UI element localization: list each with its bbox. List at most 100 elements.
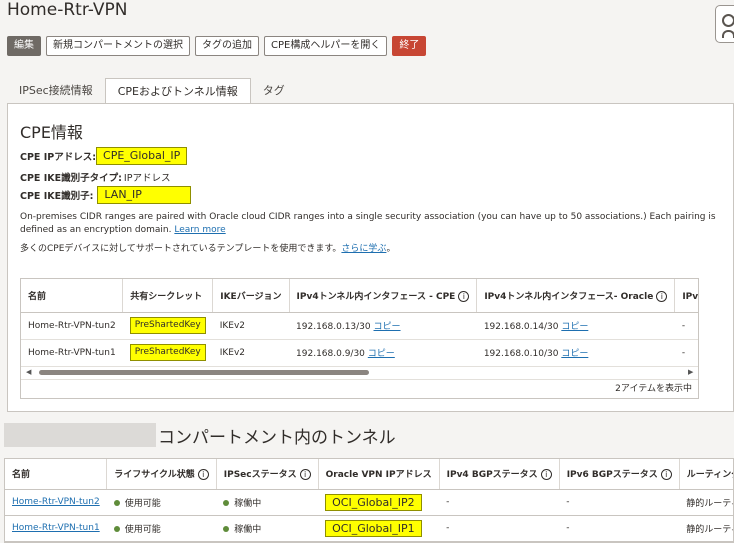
cpe-ike-type-label: CPE IKE識別子タイプ: — [20, 173, 122, 184]
col-name[interactable]: 名前 — [21, 279, 124, 313]
learn-more-link[interactable]: Learn more — [174, 225, 225, 235]
tunnel-name-cell: Home-Rtr-VPN-tun2 — [5, 489, 107, 516]
col-ipv6[interactable]: IPv6トン — [674, 279, 698, 313]
tunnel-name-link[interactable]: Home-Rtr-VPN-tun1 — [12, 523, 100, 533]
info-icon[interactable]: i — [540, 469, 552, 481]
ipsec-value: 稼働中 — [234, 498, 262, 509]
lifecycle-cell: 使用可能 — [106, 489, 217, 516]
add-tag-button[interactable]: タグの追加 — [195, 36, 259, 56]
tunnel-name: Home-Rtr-VPN-tun1 — [21, 339, 123, 367]
encryption-domain-text: On-premises CIDR ranges are paired with … — [20, 212, 716, 235]
routing-value: 静的ルーティン — [679, 489, 733, 516]
ike-version: IKEv2 — [212, 339, 290, 367]
cpe-ike-type-row: CPE IKE識別子タイプ: IPアドレス — [20, 170, 170, 184]
shared-secret-value: PreShartedKey — [129, 317, 206, 334]
ipv6-bgp-value: - — [559, 515, 680, 542]
table-header-row: 名前 共有シークレット IKEバージョン IPv4トンネル内インタフェース - … — [21, 279, 698, 313]
ipv4-cpe-value: 192.168.0.13/30 — [296, 322, 371, 332]
cpe-ike-id-value: LAN_IP — [97, 186, 192, 204]
cpe-ip-value: CPE_Global_IP — [96, 147, 188, 165]
ipv4-cpe-value: 192.168.0.9/30 — [296, 349, 365, 359]
scroll-right-icon[interactable]: ▶ — [688, 368, 693, 376]
template-end: 。 — [386, 244, 396, 254]
info-icon[interactable]: i — [458, 290, 470, 302]
item-count: 2アイテムを表示中 — [21, 379, 698, 398]
status-dot-icon — [113, 500, 120, 506]
ipv4-oracle-value: 192.168.0.10/30 — [483, 349, 559, 359]
page-title: Home-Rtr-VPN — [7, 0, 128, 20]
toolbar: 編集 新規コンパートメントの選択 タグの追加 CPE構成ヘルパーを開く 終了 — [7, 36, 427, 56]
ipsec-cell: 稼働中 — [216, 489, 319, 516]
scroll-left-icon[interactable]: ◀ — [26, 368, 31, 376]
table-header-row: 名前 ライフサイクル状態 i IPSecステータス i Oracle VPN IPア… — [5, 459, 733, 490]
info-icon[interactable]: i — [660, 469, 672, 481]
copy-link[interactable]: コピー — [368, 349, 395, 359]
table-row: Home-Rtr-VPN-tun2 PreShartedKey IKEv2 19… — [21, 312, 698, 340]
copy-link[interactable]: コピー — [561, 322, 588, 332]
table-row: Home-Rtr-VPN-tun1 使用可能 稼働中 OCI_Global_IP… — [5, 515, 733, 542]
col-ipv6-bgp[interactable]: IPv6 BGPステータス i — [559, 459, 680, 490]
col-oracle-vpn-ip[interactable]: Oracle VPN IPアドレス — [318, 459, 440, 490]
col-ipv4-bgp[interactable]: IPv4 BGPステータス i — [439, 459, 560, 490]
tab-tags[interactable]: タグ — [251, 78, 297, 104]
learn-more-jp-link[interactable]: さらに学ぶ — [341, 244, 386, 254]
col-lifecycle[interactable]: ライフサイクル状態 i — [106, 459, 217, 490]
shared-secret-cell: PreShartedKey — [122, 312, 213, 340]
col-ipv4-cpe[interactable]: IPv4トンネル内インタフェース - CPE i — [289, 279, 478, 313]
terminate-button[interactable]: 終了 — [392, 36, 427, 56]
col-ipsec-status[interactable]: IPSecステータス i — [216, 459, 319, 490]
ipv4-cpe-cell: 192.168.0.13/30 コピー — [289, 312, 477, 340]
col-lifecycle-label: ライフサイクル状態 — [114, 470, 195, 481]
info-icon[interactable]: i — [299, 469, 311, 481]
table-row: Home-Rtr-VPN-tun1 PreShartedKey IKEv2 19… — [21, 339, 698, 367]
edit-button[interactable]: 編集 — [7, 36, 41, 56]
info-icon[interactable]: i — [656, 290, 668, 302]
lifecycle-value: 使用可能 — [124, 524, 161, 535]
ipv4-bgp-value: - — [439, 515, 560, 542]
cpe-helper-button[interactable]: CPE構成ヘルパーを開く — [264, 36, 388, 56]
template-description: 多くのCPEデバイスに対してサポートされているテンプレートを使用できます。さらに… — [20, 243, 720, 256]
col-ike-version[interactable]: IKEバージョン — [212, 279, 290, 313]
select-compartment-button[interactable]: 新規コンパートメントの選択 — [46, 36, 190, 56]
tunnel-name-link[interactable]: Home-Rtr-VPN-tun2 — [12, 497, 100, 507]
routing-value: 静的ルーティン — [679, 515, 733, 542]
tab-bar: IPSec接続情報 CPEおよびトンネル情報 タグ — [7, 78, 297, 104]
vpn-ip-cell: OCI_Global_IP2 — [318, 489, 440, 516]
tab-ipsec-info[interactable]: IPSec接続情報 — [7, 78, 105, 104]
shared-secret-value: PreShartedKey — [129, 344, 206, 361]
col-routing[interactable]: ルーティング・ — [679, 459, 733, 490]
ipv6-bgp-value: - — [559, 489, 680, 516]
copy-link[interactable]: コピー — [561, 349, 588, 359]
col-ipv4-oracle-label: IPv4トンネル内インタフェース- Oracle — [484, 291, 654, 302]
tab-cpe-tunnel-info[interactable]: CPEおよびトンネル情報 — [104, 78, 251, 104]
col-ipv4-oracle[interactable]: IPv4トンネル内インタフェース- Oracle i — [476, 279, 676, 313]
ipsec-value: 稼働中 — [234, 524, 262, 535]
cpe-ike-id-row: CPE IKE識別子: LAN_IP — [20, 186, 192, 204]
ipsec-cell: 稼働中 — [216, 515, 319, 542]
status-dot-icon — [223, 500, 230, 506]
copy-link[interactable]: コピー — [374, 322, 401, 332]
help-icon — [722, 14, 734, 27]
ipv6-value: - — [674, 312, 698, 340]
col-ipv4-bgp-label: IPv4 BGPステータス — [446, 470, 538, 481]
compartment-tunnel-table: 名前 ライフサイクル状態 i IPSecステータス i Oracle VPN IPア… — [4, 458, 734, 543]
redacted-compartment-name — [4, 423, 156, 447]
ipv4-oracle-value: 192.168.0.14/30 — [483, 322, 559, 332]
col-ipv6-bgp-label: IPv6 BGPステータス — [566, 470, 658, 481]
table-row: Home-Rtr-VPN-tun2 使用可能 稼働中 OCI_Global_IP… — [5, 489, 733, 516]
vpn-ip-cell: OCI_Global_IP1 — [318, 515, 440, 542]
lifecycle-cell: 使用可能 — [106, 515, 217, 542]
info-icon[interactable]: i — [197, 469, 209, 481]
col-ipsec-status-label: IPSecステータス — [223, 470, 297, 481]
user-icon — [722, 30, 734, 38]
lifecycle-value: 使用可能 — [124, 498, 161, 509]
scrollbar-thumb[interactable] — [39, 370, 369, 375]
col-name[interactable]: 名前 — [5, 459, 108, 490]
horizontal-scrollbar[interactable]: ◀ ▶ — [21, 367, 698, 377]
ipv6-value: - — [674, 339, 698, 367]
col-shared-secret[interactable]: 共有シークレット — [122, 279, 214, 313]
template-text: 多くのCPEデバイスに対してサポートされているテンプレートを使用できます。 — [20, 244, 342, 254]
help-widget-button[interactable] — [715, 5, 734, 43]
ipv4-oracle-cell: 192.168.0.10/30 コピー — [476, 339, 675, 367]
vpn-ip-value: OCI_Global_IP2 — [325, 493, 422, 511]
